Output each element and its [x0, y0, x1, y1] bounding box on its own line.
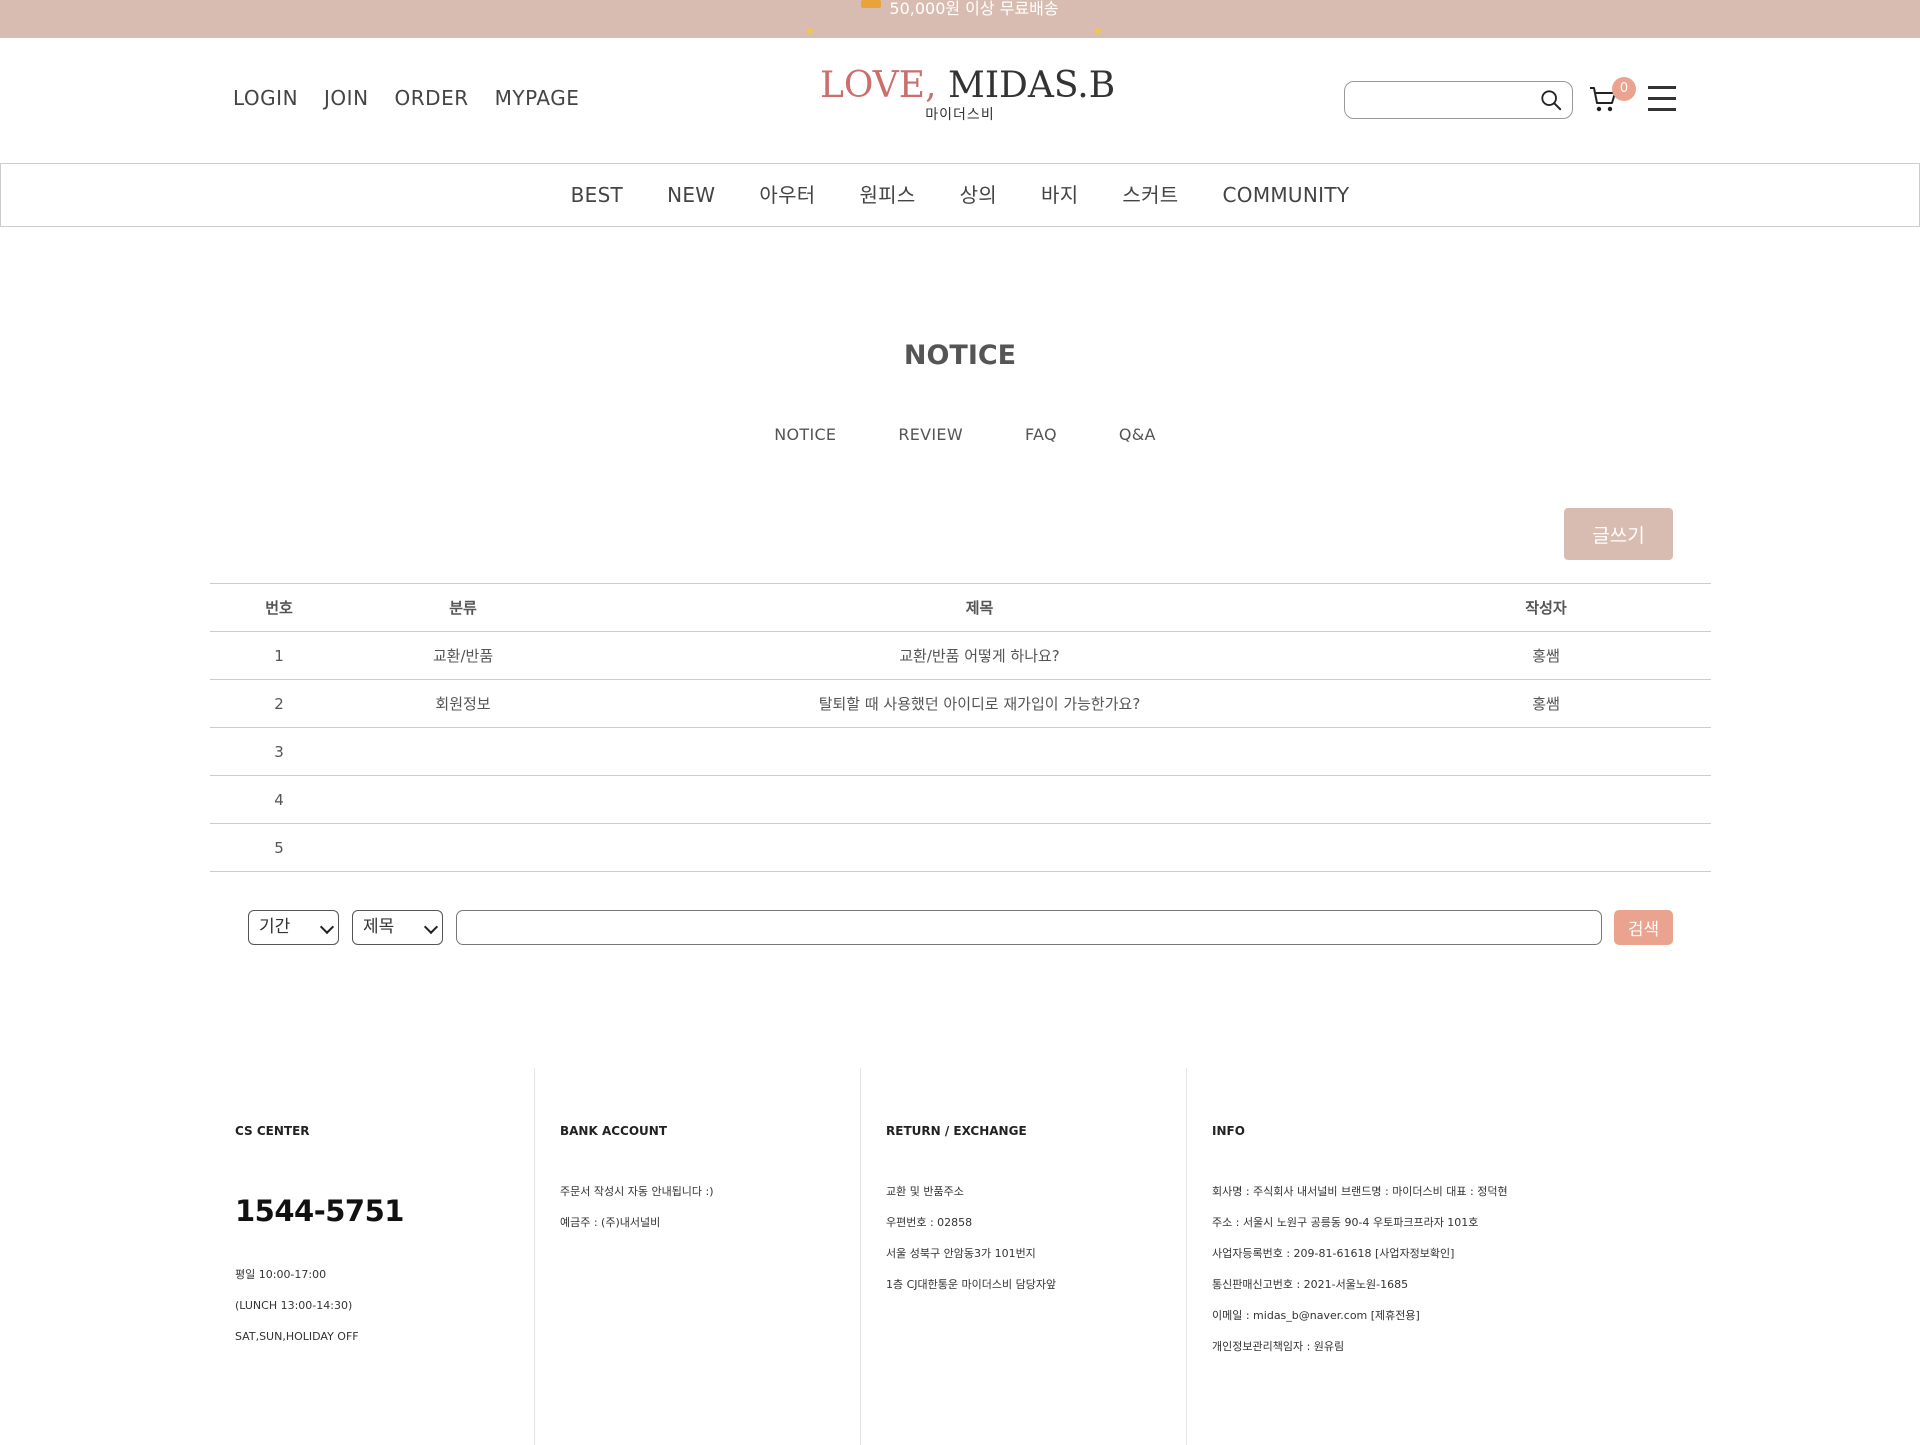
main-navigation: BEST NEW 아우터 원피스 상의 바지 스커트 COMMUNITY — [0, 163, 1920, 227]
logo-love-text: LOVE, — [820, 65, 937, 106]
row-subject-link[interactable]: 교환/반품 어떻게 하나요? — [578, 631, 1381, 680]
column-header-number: 번호 — [210, 583, 348, 632]
nav-item-onepiece[interactable]: 원피스 — [859, 164, 915, 226]
page-title: NOTICE — [903, 340, 1017, 371]
tab-review[interactable]: REVIEW — [898, 425, 963, 444]
footer-return-exchange: RETURN / EXCHANGE 교환 및 반품주소 우편번호 : 02858… — [860, 1068, 1186, 1445]
free-shipping-notice: 50,000원 이상 무료배송 — [0, 0, 1920, 17]
sparkle-icon: ✦ — [804, 24, 816, 38]
search-field-select[interactable]: 제목 — [352, 910, 443, 945]
row-author: 홍쌤 — [1381, 631, 1711, 680]
search-button[interactable]: 검색 — [1614, 910, 1673, 945]
top-banner: 50,000원 이상 무료배송 ✦ ✦ — [0, 0, 1920, 38]
write-button[interactable]: 글쓰기 — [1564, 508, 1673, 560]
row-category: 교환/반품 — [348, 631, 578, 680]
table-row: 3 — [210, 727, 1711, 776]
chevron-down-icon — [319, 919, 335, 935]
column-header-author: 작성자 — [1381, 583, 1711, 632]
board-tabs: NOTICE REVIEW FAQ Q&A — [0, 425, 1920, 444]
footer-info: INFO 회사명 : 주식회사 내서널비 브랜드명 : 마이더스비 대표 : 정… — [1186, 1068, 1686, 1445]
mypage-link[interactable]: MYPAGE — [495, 86, 580, 110]
row-author — [1381, 775, 1711, 824]
company-info-line[interactable]: 이메일 : midas_b@naver.com [제휴전용] — [1212, 1300, 1508, 1331]
info-heading: INFO — [1212, 1124, 1245, 1138]
company-info-line[interactable]: 사업자등록번호 : 209-81-61618 [사업자정보확인] — [1212, 1238, 1508, 1269]
cs-phone-number: 1544-5751 — [235, 1194, 404, 1228]
period-select[interactable]: 기간 — [248, 910, 339, 945]
return-info-line: 1층 CJ대한통운 마이더스비 담당자앞 — [886, 1278, 1057, 1291]
tab-faq[interactable]: FAQ — [1025, 425, 1057, 444]
return-info-line: 서울 성북구 안암동3가 101번지 — [886, 1247, 1036, 1260]
nav-item-top[interactable]: 상의 — [960, 164, 997, 226]
logo-brand-text: MIDAS.B — [947, 65, 1116, 106]
nav-item-community[interactable]: COMMUNITY — [1223, 164, 1350, 226]
row-subject — [578, 775, 1381, 824]
row-category — [348, 775, 578, 824]
notice-table: 번호 분류 제목 작성자 1 교환/반품 교환/반품 어떻게 하나요? 홍쌤 2… — [210, 583, 1711, 872]
column-header-category: 분류 — [348, 583, 578, 632]
row-subject — [578, 823, 1381, 872]
cart-count-badge: 0 — [1612, 77, 1636, 101]
chevron-down-icon — [423, 919, 439, 935]
header-search-input[interactable] — [1344, 81, 1573, 119]
header-account-links: LOGIN JOIN ORDER MYPAGE — [233, 86, 579, 110]
nav-item-skirt[interactable]: 스커트 — [1122, 164, 1178, 226]
table-row: 4 — [210, 775, 1711, 824]
nav-item-pants[interactable]: 바지 — [1041, 164, 1078, 226]
join-link[interactable]: JOIN — [324, 86, 369, 110]
row-number: 4 — [210, 775, 348, 824]
order-link[interactable]: ORDER — [395, 86, 469, 110]
row-number: 1 — [210, 631, 348, 680]
sparkle-icon: ✦ — [1092, 24, 1104, 38]
footer-bank-account: BANK ACCOUNT 주문서 작성시 자동 안내됩니다 :) 예금주 : (… — [534, 1068, 860, 1445]
row-number: 3 — [210, 727, 348, 776]
nav-item-best[interactable]: BEST — [571, 164, 623, 226]
login-link[interactable]: LOGIN — [233, 86, 298, 110]
company-info-line: 주소 : 서울시 노원구 공릉동 90-4 우토파크프라자 101호 — [1212, 1216, 1479, 1229]
table-row[interactable]: 2 회원정보 탈퇴할 때 사용했던 아이디로 재가입이 가능한가요? 홍쌤 — [210, 679, 1711, 728]
footer-cs-center: CS CENTER 1544-5751 평일 10:00-17:00 (LUNC… — [235, 1068, 534, 1445]
site-logo[interactable]: LOVE, MIDAS.B 마이더스비 — [820, 64, 1115, 124]
return-info-line: 교환 및 반품주소 — [886, 1185, 964, 1198]
row-subject-link[interactable]: 탈퇴할 때 사용했던 아이디로 재가입이 가능한가요? — [578, 679, 1381, 728]
hamburger-menu-icon[interactable] — [1648, 86, 1676, 112]
nav-item-outer[interactable]: 아우터 — [759, 164, 815, 226]
row-category: 회원정보 — [348, 679, 578, 728]
cs-holiday: SAT,SUN,HOLIDAY OFF — [235, 1330, 359, 1343]
truck-icon — [861, 0, 882, 8]
row-author: 홍쌤 — [1381, 679, 1711, 728]
company-info-line: 회사명 : 주식회사 내서널비 브랜드명 : 마이더스비 대표 : 정덕현 — [1212, 1185, 1508, 1198]
tab-notice[interactable]: NOTICE — [774, 425, 836, 444]
table-header-row: 번호 분류 제목 작성자 — [210, 583, 1711, 632]
tab-qna[interactable]: Q&A — [1119, 425, 1156, 444]
keyword-search-input[interactable] — [456, 910, 1602, 945]
cs-lunch: (LUNCH 13:00-14:30) — [235, 1299, 353, 1312]
row-subject — [578, 727, 1381, 776]
row-category — [348, 727, 578, 776]
company-info-line: 통신판매신고번호 : 2021-서울노원-1685 — [1212, 1278, 1409, 1291]
row-category — [348, 823, 578, 872]
table-row: 5 — [210, 823, 1711, 872]
column-header-subject: 제목 — [578, 583, 1381, 632]
bank-account-heading: BANK ACCOUNT — [560, 1124, 668, 1138]
nav-item-new[interactable]: NEW — [667, 164, 715, 226]
search-icon[interactable] — [1540, 89, 1562, 111]
row-number: 2 — [210, 679, 348, 728]
row-number: 5 — [210, 823, 348, 872]
return-exchange-heading: RETURN / EXCHANGE — [886, 1124, 1027, 1138]
cs-center-heading: CS CENTER — [235, 1124, 310, 1138]
bank-info-line: 주문서 작성시 자동 안내됩니다 :) — [560, 1185, 714, 1198]
table-row[interactable]: 1 교환/반품 교환/반품 어떻게 하나요? 홍쌤 — [210, 631, 1711, 680]
bank-info-line: 예금주 : (주)내서널비 — [560, 1216, 661, 1229]
row-author — [1381, 727, 1711, 776]
return-info-line: 우편번호 : 02858 — [886, 1216, 973, 1229]
row-author — [1381, 823, 1711, 872]
cs-hours: 평일 10:00-17:00 — [235, 1268, 327, 1281]
company-info-line: 개인정보관리책임자 : 원유림 — [1212, 1340, 1345, 1353]
